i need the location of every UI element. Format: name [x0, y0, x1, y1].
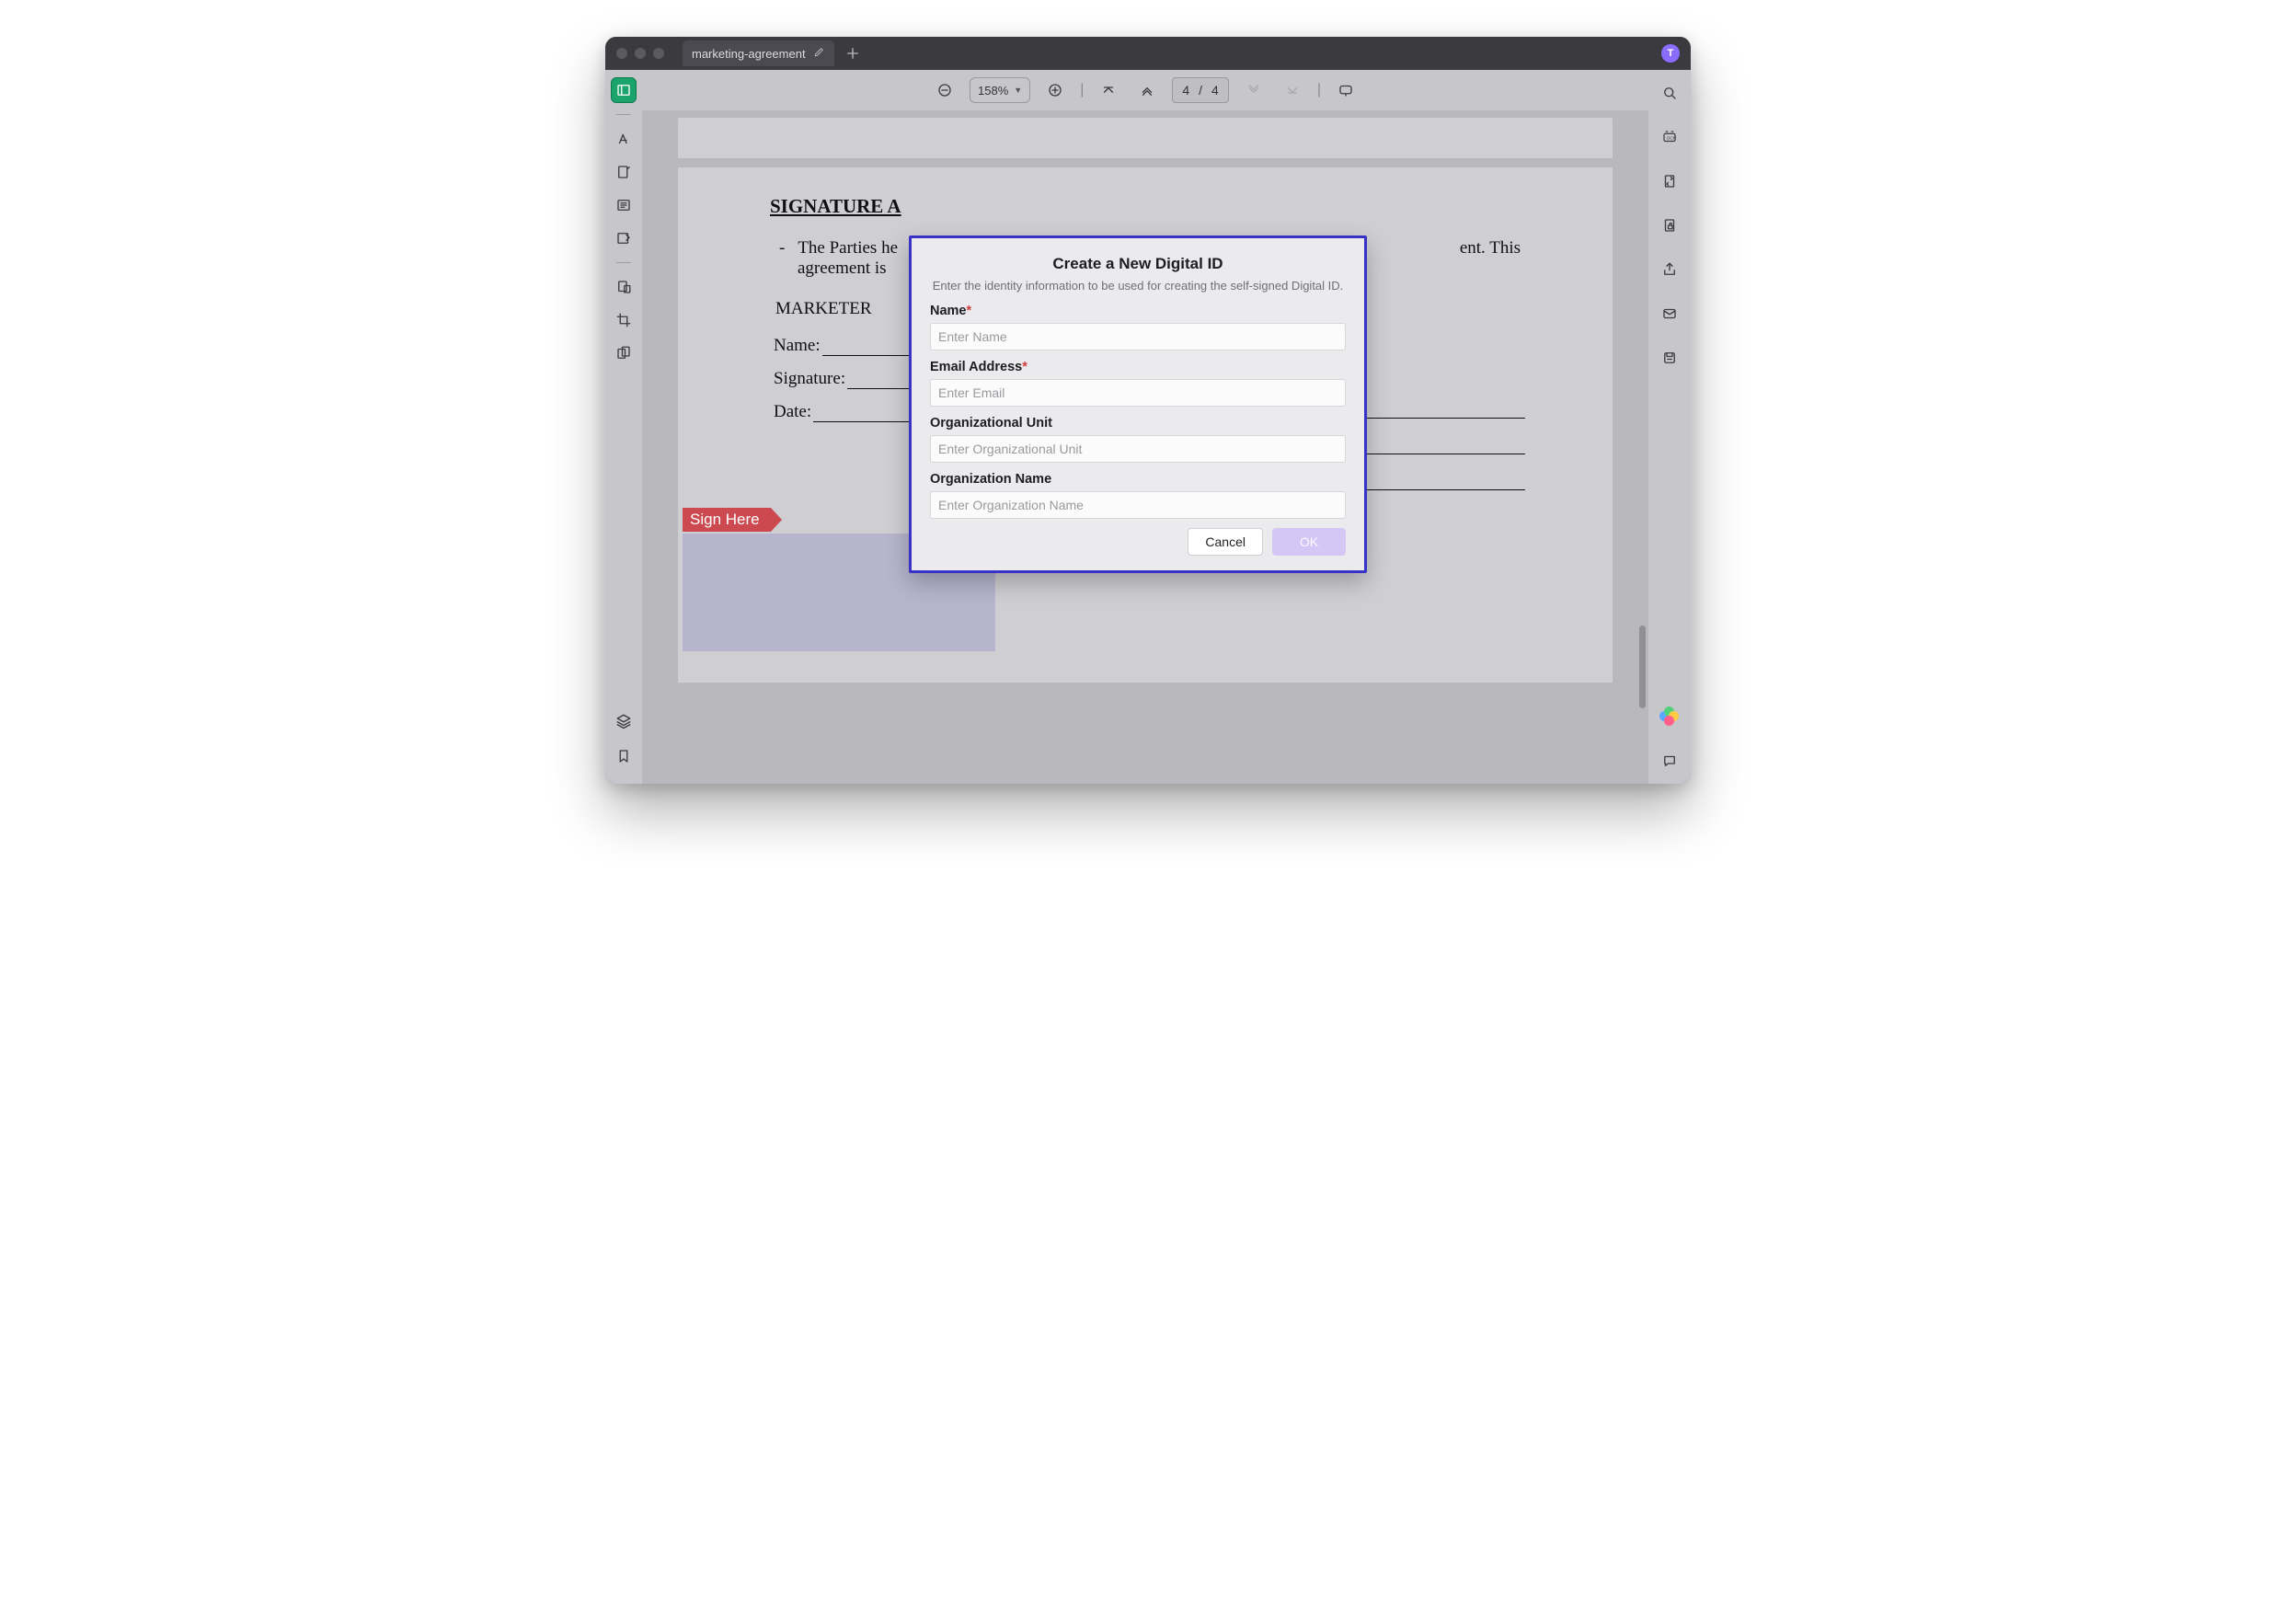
highlighter-tool[interactable]: [611, 126, 637, 152]
share-button[interactable]: [1656, 256, 1683, 283]
layers-button[interactable]: [611, 708, 637, 734]
page-current: 4: [1182, 83, 1189, 98]
protect-button[interactable]: [1656, 212, 1683, 239]
dialog-subtitle: Enter the identity information to be use…: [930, 279, 1346, 293]
scrollbar-thumb[interactable]: [1639, 626, 1646, 708]
flower-icon: [1659, 706, 1680, 727]
new-tab-button[interactable]: [842, 42, 864, 64]
svg-text:OCR: OCR: [1667, 135, 1677, 141]
input-name[interactable]: [930, 323, 1346, 350]
zoom-value: 158%: [978, 84, 1008, 98]
minimize-window-button[interactable]: [635, 48, 646, 59]
zoom-dropdown[interactable]: 158% ▼: [970, 77, 1030, 103]
crop-tool[interactable]: [611, 307, 637, 333]
ok-button[interactable]: OK: [1272, 528, 1346, 556]
sidebar-panel-toggle[interactable]: [611, 77, 637, 103]
field-email: Email Address*: [930, 360, 1346, 407]
signature-label: Signature:: [774, 369, 845, 389]
email-button[interactable]: [1656, 300, 1683, 327]
annotate-tool[interactable]: [611, 159, 637, 185]
save-button[interactable]: [1656, 344, 1683, 372]
label-org-unit: Organizational Unit: [930, 416, 1346, 431]
sign-tool[interactable]: [611, 225, 637, 251]
avatar-initial: T: [1668, 48, 1674, 59]
input-email[interactable]: [930, 379, 1346, 407]
input-org-unit[interactable]: [930, 435, 1346, 463]
zoom-out-button[interactable]: [931, 76, 959, 104]
first-page-button[interactable]: [1095, 76, 1122, 104]
top-toolbar: 158% ▼ | 4 / 4: [642, 70, 1648, 110]
presentation-mode-button[interactable]: [1332, 76, 1360, 104]
ai-assistant-button[interactable]: [1656, 703, 1683, 730]
tab-document[interactable]: marketing-agreement: [683, 40, 834, 66]
create-digital-id-dialog: Create a New Digital ID Enter the identi…: [909, 235, 1367, 573]
chevron-down-icon: ▼: [1014, 86, 1022, 95]
app-window: marketing-agreement T: [605, 37, 1691, 784]
cancel-button[interactable]: Cancel: [1188, 528, 1263, 556]
maximize-window-button[interactable]: [653, 48, 664, 59]
prev-page-button[interactable]: [1133, 76, 1161, 104]
next-page-button[interactable]: [1240, 76, 1268, 104]
bookmarks-button[interactable]: [611, 743, 637, 769]
label-org-name: Organization Name: [930, 472, 1346, 487]
dialog-button-row: Cancel OK: [930, 528, 1346, 556]
sidebar-separator: [616, 262, 631, 263]
page-total: 4: [1211, 83, 1219, 98]
last-page-button[interactable]: [1279, 76, 1306, 104]
previous-page-sliver: [678, 118, 1613, 158]
compare-tool[interactable]: [611, 340, 637, 366]
field-org-name: Organization Name: [930, 472, 1346, 519]
label-name: Name*: [930, 304, 1346, 318]
name-label: Name:: [774, 336, 821, 356]
edit-tab-icon[interactable]: [813, 46, 825, 61]
titlebar: marketing-agreement T: [605, 37, 1691, 70]
zoom-in-button[interactable]: [1041, 76, 1069, 104]
form-fields-tool[interactable]: [611, 192, 637, 218]
page-sep: /: [1199, 83, 1202, 98]
field-org-unit: Organizational Unit: [930, 416, 1346, 463]
comments-button[interactable]: [1656, 747, 1683, 775]
input-org-name[interactable]: [930, 491, 1346, 519]
redact-tool[interactable]: [611, 274, 637, 300]
convert-button[interactable]: [1656, 167, 1683, 195]
window-controls: [616, 48, 664, 59]
workarea: 158% ▼ | 4 / 4: [605, 70, 1691, 784]
close-window-button[interactable]: [616, 48, 627, 59]
scrollbar-track[interactable]: [1638, 110, 1646, 784]
field-name: Name*: [930, 304, 1346, 350]
ocr-button[interactable]: OCR: [1656, 123, 1683, 151]
avatar[interactable]: T: [1661, 44, 1680, 63]
dialog-title: Create a New Digital ID: [930, 255, 1346, 273]
toolbar-separator: |: [1317, 82, 1321, 98]
label-email: Email Address*: [930, 360, 1346, 374]
page-indicator[interactable]: 4 / 4: [1172, 77, 1228, 103]
sign-here-tag[interactable]: Sign Here: [683, 508, 771, 532]
right-sidebar: OCR: [1648, 70, 1691, 784]
sidebar-separator: [616, 114, 631, 115]
section-heading: SIGNATURE A: [770, 195, 1521, 218]
search-button[interactable]: [1656, 79, 1683, 107]
date-label: Date:: [774, 402, 811, 422]
toolbar-separator: |: [1080, 82, 1084, 98]
left-sidebar: [605, 70, 642, 784]
tab-label: marketing-agreement: [692, 47, 806, 61]
